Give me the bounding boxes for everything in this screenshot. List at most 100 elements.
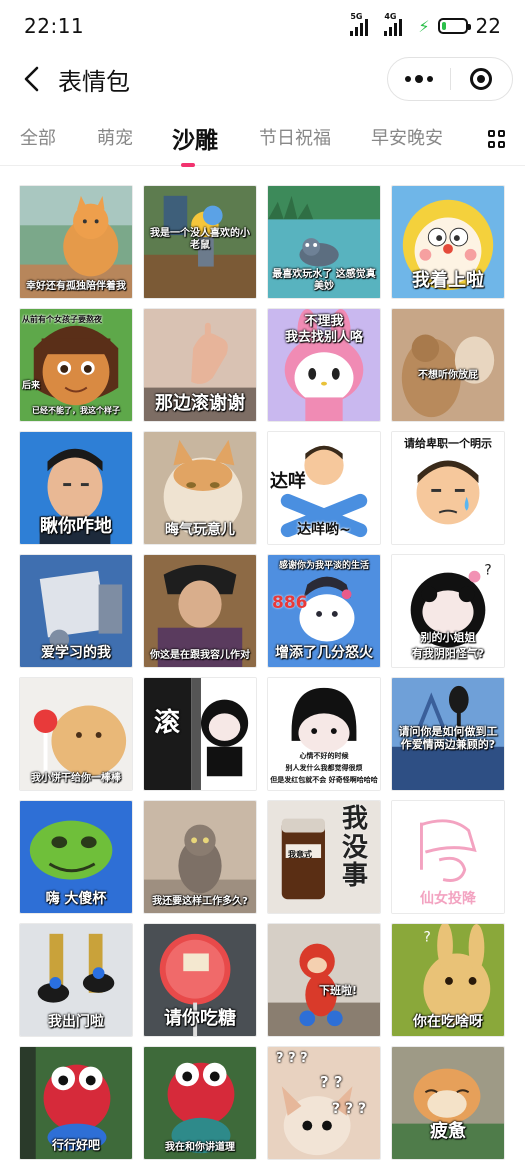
sticker-caption: 我出门啦 (48, 1013, 104, 1030)
sticker-caption: 下班啦! (318, 984, 358, 998)
svg-text:?: ? (423, 930, 430, 946)
svg-text:?: ? (484, 563, 491, 579)
tab-pets[interactable]: 萌宠 (97, 124, 133, 150)
category-tabs: 全部 萌宠 沙雕 节日祝福 早安晚安 (0, 116, 525, 167)
sticker-item[interactable]: 行行好吧 (19, 1046, 133, 1160)
sticker-caption: 不想听你放屁 (418, 369, 478, 381)
header: 表情包 (0, 52, 525, 108)
sticker-caption: 我还要这样工作多久? (152, 895, 248, 907)
battery-icon (437, 18, 471, 34)
sticker-caption: 心情不好的时候 (299, 751, 349, 760)
sticker-caption: 别的小姐姐 (420, 631, 476, 645)
sticker-caption: 我小饼干给你一棒棒 (31, 772, 121, 784)
sticker-caption: 后来 (22, 380, 41, 391)
all-categories-grid-icon[interactable] (488, 130, 506, 148)
page-title: 表情包 (58, 68, 130, 96)
sticker-item[interactable]: 我着上啦 (391, 185, 505, 299)
sticker-caption: 请你吃糖 (164, 1008, 236, 1030)
sticker-caption: 达咩哟~ (297, 521, 351, 538)
sticker-caption: 行行好吧 (51, 1138, 100, 1153)
sticker-caption: 那边滚谢谢 (155, 393, 245, 415)
sticker-caption: ? ? ? (276, 1051, 308, 1066)
active-tab-indicator (181, 163, 195, 167)
back-arrow-icon[interactable] (18, 64, 48, 94)
sticker-caption: 有我阴阳怪气? (411, 647, 485, 661)
sticker-caption: 爱学习的我 (41, 644, 111, 661)
battery-level: 22 (475, 14, 501, 38)
charging-icon: ⚡ (418, 16, 430, 36)
sticker-item[interactable]: 你这是在跟我容儿作对 (143, 554, 257, 668)
signal-icon: 4G (384, 12, 410, 36)
sticker-caption: ? ? (320, 1073, 343, 1091)
sticker-item[interactable]: 瞅你咋地 (19, 431, 133, 545)
sticker-item[interactable]: 我在和你讲道理 (143, 1046, 257, 1160)
sticker-item[interactable]: 疲惫 (391, 1046, 505, 1160)
sticker-item[interactable]: 请问你是如何做到工作爱情两边兼顾的? (391, 677, 505, 791)
tab-funny[interactable]: 沙雕 (172, 121, 218, 155)
status-bar: 22:11 5G 4G ⚡ 22 (0, 0, 525, 52)
sticker-caption: 仙女投降 (420, 890, 476, 907)
sticker-caption: 我竟式 (288, 850, 312, 859)
sticker-item[interactable]: 晦气玩意儿 (143, 431, 257, 545)
sticker-item[interactable]: ? 别的小姐姐 有我阴阳怪气? (391, 554, 505, 668)
sticker-caption: 瞅你咋地 (40, 516, 112, 538)
sticker-caption: 别人发什么我都觉得很烦 (285, 763, 363, 772)
sticker-caption: 我是一个没人喜欢的小老鼠 (150, 228, 250, 251)
sticker-item[interactable]: 心情不好的时候 别人发什么我都觉得很烦 但是发红包就不会 好奇怪啊哈哈哈 (267, 677, 381, 791)
tab-all[interactable]: 全部 (20, 124, 56, 150)
sticker-caption: 886 (272, 593, 308, 613)
sticker-caption: 从前有个女孩子要熬夜 (22, 315, 102, 324)
sticker-grid: 幸好还有孤独陪伴着我 我是一个没人喜欢的小老鼠 最喜欢玩水了 这感觉真美妙 我着… (19, 185, 507, 1160)
sticker-caption: 但是发红包就不会 好奇怪啊哈哈哈 (270, 775, 378, 784)
mini-program-capsule (387, 57, 513, 101)
sticker-caption: 滚 (154, 708, 181, 738)
sticker-item[interactable]: ? 你在吃啥呀 (391, 923, 505, 1037)
sticker-item[interactable]: 我竟式 我没事 (267, 800, 381, 914)
sticker-caption: 已经不能了，我这个样子 (32, 405, 120, 415)
sticker-caption: ? ? ? (332, 1101, 367, 1117)
sticker-item[interactable]: 幸好还有孤独陪伴着我 (19, 185, 133, 299)
sticker-item[interactable]: 仙女投降 (391, 800, 505, 914)
sticker-item[interactable]: 我出门啦 (19, 923, 133, 1037)
sticker-caption: 感谢你为我平淡的生活 (278, 561, 369, 571)
tab-holiday-wishes[interactable]: 节日祝福 (259, 124, 331, 150)
sticker-caption: 你在吃啥呀 (413, 1013, 483, 1030)
sticker-item[interactable]: 达咩 达咩哟~ (267, 431, 381, 545)
sticker-caption: 请问你是如何做到工作爱情两边兼顾的? (398, 725, 498, 751)
sticker-caption: 不理我 (304, 314, 344, 329)
sticker-item[interactable]: 我小饼干给你一棒棒 (19, 677, 133, 791)
close-miniprogram-icon[interactable] (451, 58, 513, 100)
sticker-caption: 我去找别人咯 (284, 330, 363, 345)
sticker-item[interactable]: 下班啦! (267, 923, 381, 1037)
sticker-caption: 幸好还有孤独陪伴着我 (26, 280, 126, 292)
sticker-item[interactable]: 不理我 我去找别人咯 (267, 308, 381, 422)
signal-icon: 5G (350, 12, 376, 36)
sticker-caption: 嗨 大傻杯 (45, 890, 107, 907)
sticker-caption: 疲惫 (430, 1121, 466, 1143)
sticker-item[interactable]: 我还要这样工作多久? (143, 800, 257, 914)
sticker-item[interactable]: 从前有个女孩子要熬夜 后来 已经不能了，我这个样子 (19, 308, 133, 422)
sticker-caption: 晦气玩意儿 (165, 521, 235, 538)
sticker-item[interactable]: 最喜欢玩水了 这感觉真美妙 (267, 185, 381, 299)
more-options-icon[interactable] (388, 58, 450, 100)
sticker-caption: 我没事 (342, 804, 369, 892)
sticker-item[interactable]: 请你吃糖 (143, 923, 257, 1037)
sticker-caption: 请给卑职一个明示 (404, 437, 492, 450)
status-indicators: 5G 4G ⚡ 22 (350, 12, 501, 38)
sticker-item[interactable]: 那边滚谢谢 (143, 308, 257, 422)
sticker-item[interactable]: 嗨 大傻杯 (19, 800, 133, 914)
sticker-item[interactable]: 请给卑职一个明示 (391, 431, 505, 545)
sticker-item[interactable]: 爱学习的我 (19, 554, 133, 668)
sticker-item[interactable]: 滚 (143, 677, 257, 791)
sticker-item[interactable]: 我是一个没人喜欢的小老鼠 (143, 185, 257, 299)
tab-good-morning-night[interactable]: 早安晚安 (371, 124, 443, 150)
sticker-item[interactable]: 感谢你为我平淡的生活 886 增添了几分怒火 (267, 554, 381, 668)
sticker-caption: 你这是在跟我容儿作对 (150, 649, 250, 661)
sticker-caption: 我着上啦 (412, 270, 484, 292)
sticker-caption: 达咩 (270, 471, 306, 492)
sticker-item[interactable]: ? ? ? ? ? ? ? ? (267, 1046, 381, 1160)
status-time: 22:11 (24, 14, 85, 38)
sticker-caption: 我在和你讲道理 (165, 1141, 235, 1153)
sticker-item[interactable]: 不想听你放屁 (391, 308, 505, 422)
sticker-caption: 最喜欢玩水了 这感觉真美妙 (272, 269, 376, 292)
